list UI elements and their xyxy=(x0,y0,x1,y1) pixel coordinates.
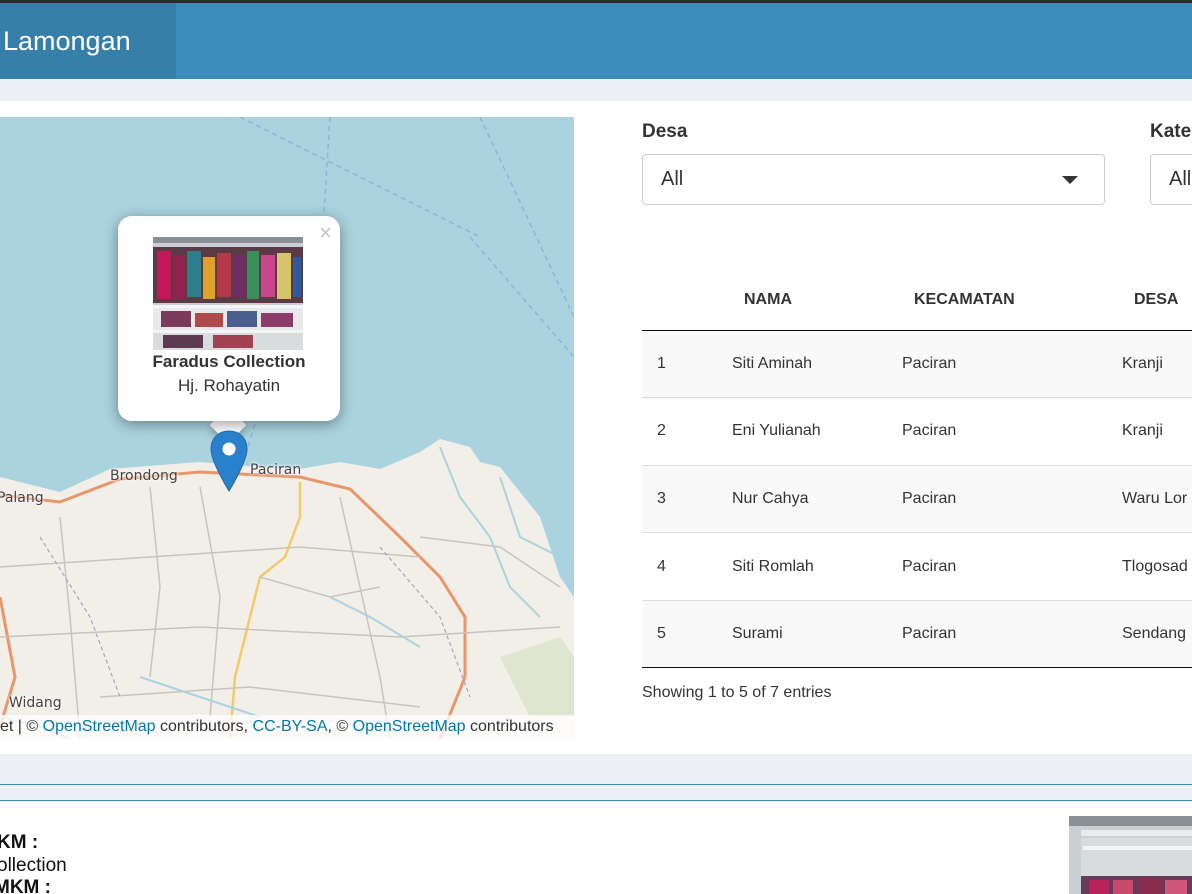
cell-nama: Eni Yulianah xyxy=(732,397,902,466)
col-header-nama[interactable]: NAMA xyxy=(732,270,902,331)
map-popup: × Faradus Collection Hj. Rohayatin xyxy=(118,216,340,421)
attribution-text-3: contributors xyxy=(465,718,554,735)
table-header-row: NAMA KECAMATAN DESA xyxy=(642,270,1192,331)
attribution-osm-link-1[interactable]: OpenStreetMap xyxy=(43,718,156,735)
attribution-text-1: contributors, xyxy=(155,718,253,735)
table-row[interactable]: 1 Siti Aminah Paciran Kranji xyxy=(642,330,1192,398)
cell-nama: Siti Romlah xyxy=(732,532,902,601)
cell-desa: Waru Lor xyxy=(1122,464,1192,533)
cell-kecamatan: Paciran xyxy=(902,532,1122,601)
attribution-prefix: et | © xyxy=(0,718,43,735)
kategori-filter-value: All xyxy=(1169,168,1192,190)
divider xyxy=(0,784,1192,785)
cell-desa: Kranji xyxy=(1122,397,1192,466)
umkm-photo xyxy=(153,237,303,350)
col-header-kecamatan[interactable]: KECAMATAN xyxy=(902,270,1122,331)
cell-desa: Sendang xyxy=(1122,599,1192,669)
cell-kecamatan: Paciran xyxy=(902,397,1122,466)
map[interactable]: Brondong Paciran Palang Widang et | © Op… xyxy=(0,117,574,739)
kategori-filter-select[interactable]: All xyxy=(1150,154,1192,205)
cell-nama: Surami xyxy=(732,599,902,669)
table-row[interactable]: 3 Nur Cahya Paciran Waru Lor xyxy=(642,464,1192,533)
attribution-ccbysa-link[interactable]: CC-BY-SA xyxy=(253,718,328,735)
cell-nama: Nur Cahya xyxy=(732,464,902,533)
cell-index: 3 xyxy=(642,464,732,533)
cell-desa: Tlogosad xyxy=(1122,532,1192,601)
detail-label-nama: KM : xyxy=(0,832,39,853)
top-navbar xyxy=(0,0,1192,79)
place-label-paciran: Paciran xyxy=(250,462,302,478)
table-row[interactable]: 2 Eni Yulianah Paciran Kranji xyxy=(642,397,1192,466)
popup-close-icon[interactable]: × xyxy=(319,222,332,244)
cell-index: 1 xyxy=(642,330,732,398)
attribution-osm-link-2[interactable]: OpenStreetMap xyxy=(353,718,466,735)
cell-kecamatan: Paciran xyxy=(902,464,1122,533)
umkm-table: NAMA KECAMATAN DESA 1 Siti Aminah Pacira… xyxy=(642,270,1192,669)
col-header-desa[interactable]: DESA xyxy=(1122,270,1192,331)
detail-panel xyxy=(0,800,1192,894)
table-row[interactable]: 4 Siti Romlah Paciran Tlogosad xyxy=(642,532,1192,601)
cell-nama: Siti Aminah xyxy=(732,330,902,398)
cell-kecamatan: Paciran xyxy=(902,599,1122,669)
desa-filter-select[interactable]: All xyxy=(642,154,1105,205)
place-label-widang: Widang xyxy=(9,695,62,711)
cell-kecamatan: Paciran xyxy=(902,330,1122,398)
detail-value-nama: ollection xyxy=(0,855,67,876)
app-title[interactable]: Lamongan xyxy=(0,3,176,79)
place-label-brondong: Brondong xyxy=(110,468,178,484)
col-header-index[interactable] xyxy=(642,270,732,331)
table-row[interactable]: 5 Surami Paciran Sendang xyxy=(642,599,1192,669)
cell-index: 4 xyxy=(642,532,732,601)
place-label-palang: Palang xyxy=(0,490,44,506)
map-attribution: et | © OpenStreetMap contributors, CC-BY… xyxy=(0,715,574,739)
cell-desa: Kranji xyxy=(1122,330,1192,398)
chevron-down-icon xyxy=(1062,176,1078,184)
desa-filter-label: Desa xyxy=(642,121,688,142)
map-marker-icon[interactable] xyxy=(210,430,248,492)
popup-title: Faradus Collection xyxy=(152,352,306,371)
kategori-filter-label: Kate xyxy=(1150,121,1192,142)
cell-index: 5 xyxy=(642,599,732,669)
table-info: Showing 1 to 5 of 7 entries xyxy=(642,684,832,701)
desa-filter-value: All xyxy=(661,168,684,190)
detail-label-pemilik: MKM : xyxy=(0,877,51,894)
attribution-text-2: , © xyxy=(327,718,353,735)
map-tiles xyxy=(0,117,574,739)
popup-subtitle: Hj. Rohayatin xyxy=(177,376,281,395)
cell-index: 2 xyxy=(642,397,732,466)
detail-photo xyxy=(1069,816,1192,894)
